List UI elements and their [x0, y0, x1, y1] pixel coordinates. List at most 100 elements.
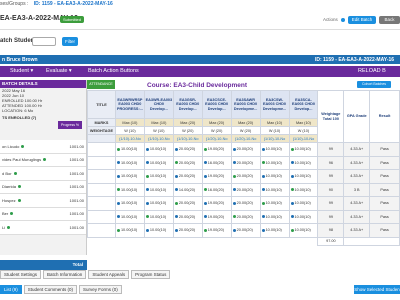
score-cell[interactable]: 10.00(10) — [143, 196, 174, 211]
score-cell[interactable]: 10.00(10) — [114, 209, 145, 224]
score-cell[interactable]: 19.00(20) — [201, 209, 232, 224]
tab-program-status[interactable]: Program Status — [131, 270, 171, 279]
student-row-name[interactable]: on Licudo — [2, 144, 19, 149]
nav-student-menu[interactable]: Student ▾ — [10, 68, 33, 74]
filter-button[interactable]: Filter — [62, 37, 78, 46]
score-cell[interactable]: 20.00(20) — [230, 155, 261, 170]
score-cell[interactable]: 19.00(20) — [201, 142, 232, 157]
score-cell[interactable]: 10.00(10) — [114, 155, 145, 170]
score-cell[interactable]: 10.00(10) — [114, 182, 145, 197]
score-cell[interactable]: 10.00(10) — [259, 142, 290, 157]
student-row[interactable]: vides Paul Muruglings 1001.00 — [0, 153, 86, 167]
row-select-cell[interactable] — [87, 223, 116, 238]
score-cell[interactable]: 10.00(10) — [143, 209, 174, 224]
score-cell[interactable]: 20.00(20) — [172, 142, 203, 157]
student-row[interactable]: on Licudo 1001.00 — [0, 140, 86, 154]
score-cell[interactable]: 10.00(10) — [114, 223, 145, 238]
student-row-name[interactable]: Ber — [2, 211, 8, 216]
assessment-column-header[interactable]: EA3GSR-EA003 CHD0 Develop... — [172, 90, 203, 119]
score-cell[interactable]: 20.00(20) — [172, 155, 203, 170]
score-cell[interactable]: 20.00(20) — [230, 169, 261, 184]
tab-survey-forms[interactable]: Survey Forms (0) — [79, 285, 122, 294]
assessment-column-header[interactable]: EA3WRWRSP EA003 CHD0 PROGRESS:... — [114, 90, 145, 119]
score-cell[interactable]: 20.00(20) — [172, 223, 203, 238]
score-cell[interactable]: 10.00(10) — [143, 169, 174, 184]
score-cell[interactable]: 20.00(20) — [230, 223, 261, 238]
score-cell[interactable]: 19.00(20) — [201, 196, 232, 211]
show-selected-students-button[interactable]: Show Selected Studen — [354, 285, 400, 294]
score-cell[interactable]: 10.00(10) — [143, 223, 174, 238]
tab-student-settings[interactable]: Student Settings — [0, 270, 42, 279]
nav-batch-actions[interactable]: Batch Action Buttons — [88, 68, 139, 74]
score-cell[interactable]: 10.00(10) — [259, 223, 290, 238]
score-cell[interactable]: 10.00(10) — [259, 209, 290, 224]
assessment-column-header[interactable]: EA3SCA-EA003 CHD0 Develop... — [288, 90, 319, 119]
score-cell[interactable]: 14.00(20) — [172, 182, 203, 197]
score-cell[interactable]: 10.00(10) — [288, 196, 319, 211]
score-cell[interactable]: 16.00(20) — [201, 182, 232, 197]
score-cell[interactable]: 10.00(10) — [259, 155, 290, 170]
attendance-button[interactable]: ATTENDANCE — [87, 80, 115, 89]
cohort-batches-button[interactable]: Cohort Batches — [357, 81, 391, 88]
tab-student-comments[interactable]: Student Comments (0) — [23, 285, 78, 294]
actions-menu[interactable]: Actions — [323, 17, 338, 22]
score-cell[interactable]: 10.00(10) — [259, 182, 290, 197]
score-cell[interactable]: 20.00(20) — [230, 209, 261, 224]
student-row[interactable]: Ber 1001.00 — [0, 207, 86, 221]
score-cell[interactable]: 10.00(10) — [114, 169, 145, 184]
student-row[interactable]: Li 1001.00 — [0, 221, 86, 235]
reload-button[interactable]: RELOAD B — [358, 68, 386, 74]
score-cell[interactable]: 10.00(10) — [288, 142, 319, 157]
score-cell[interactable]: 10.00(10) — [143, 155, 174, 170]
tab-batch-information[interactable]: Batch Information — [43, 270, 87, 279]
row-select-cell[interactable] — [87, 169, 116, 184]
score-marker-icon — [290, 147, 294, 151]
student-row-name[interactable]: d Bor — [2, 171, 12, 176]
nav-evaluate-menu[interactable]: Evaluate ▾ — [46, 68, 72, 74]
assessment-column-header[interactable]: EA3CSW-EA003 CHD0 Developme... — [259, 90, 290, 119]
score-cell[interactable]: 19.00(20) — [201, 223, 232, 238]
score-marker-icon — [145, 188, 149, 192]
score-cell[interactable]: 10.00(10) — [288, 182, 319, 197]
row-select-cell[interactable] — [87, 142, 116, 157]
score-cell[interactable]: 10.00(10) — [143, 182, 174, 197]
score-cell[interactable]: 10.00(10) — [259, 169, 290, 184]
score-cell[interactable]: 10.00(10) — [114, 196, 145, 211]
row-select-cell[interactable] — [87, 182, 116, 197]
assessment-column-header[interactable]: EA3CSCE-EA003 CHD0 Develop... — [201, 90, 232, 119]
score-cell[interactable]: 19.00(20) — [201, 169, 232, 184]
breadcrumb-path[interactable]: ses/Groups : — [0, 1, 28, 7]
score-cell[interactable]: 10.00(10) — [288, 209, 319, 224]
score-cell[interactable]: 16.00(20) — [201, 155, 232, 170]
score-cell[interactable]: 20.00(20) — [172, 169, 203, 184]
row-select-cell[interactable] — [87, 209, 116, 224]
score-cell[interactable]: 20.00(20) — [230, 182, 261, 197]
score-cell[interactable]: 20.00(20) — [230, 196, 261, 211]
assessment-column-header[interactable]: EA3WR-EA003 CHD0 Develop... — [143, 90, 174, 119]
student-row-name[interactable]: vides Paul Muruglings — [2, 157, 41, 162]
score-cell[interactable]: 10.00(10) — [288, 169, 319, 184]
score-cell[interactable]: 20.00(20) — [230, 142, 261, 157]
score-cell[interactable]: 20.00(20) — [172, 196, 203, 211]
edit-batch-button[interactable]: Edit Batch — [348, 16, 376, 24]
tab-student-appeals[interactable]: Student Appeals — [88, 270, 130, 279]
student-row-name[interactable]: Li — [2, 225, 5, 230]
student-row-name[interactable]: Diarrida — [2, 184, 16, 189]
tab-list[interactable]: List (9) — [0, 285, 22, 294]
score-cell[interactable]: 20.00(20) — [172, 209, 203, 224]
row-select-cell[interactable] — [87, 196, 116, 211]
score-cell[interactable]: 10.00(10) — [288, 155, 319, 170]
student-row[interactable]: Diarrida 1001.00 — [0, 180, 86, 194]
batch-student-search-input[interactable] — [32, 37, 56, 46]
score-cell[interactable]: 10.00(10) — [143, 142, 174, 157]
score-cell[interactable]: 10.00(10) — [259, 196, 290, 211]
student-row-name[interactable]: Hospez — [2, 198, 16, 203]
back-button[interactable]: Back — [379, 16, 400, 24]
score-cell[interactable]: 10.00(10) — [288, 223, 319, 238]
student-row[interactable]: d Bor 1001.00 — [0, 167, 86, 181]
result-header: Result — [369, 90, 400, 143]
student-row[interactable]: Hospez 1001.00 — [0, 194, 86, 208]
score-cell[interactable]: 10.00(10) — [114, 142, 145, 157]
row-select-cell[interactable] — [87, 155, 116, 170]
assessment-column-header[interactable]: EA3SAWR EA003 CHD0 Developme... — [230, 90, 261, 119]
